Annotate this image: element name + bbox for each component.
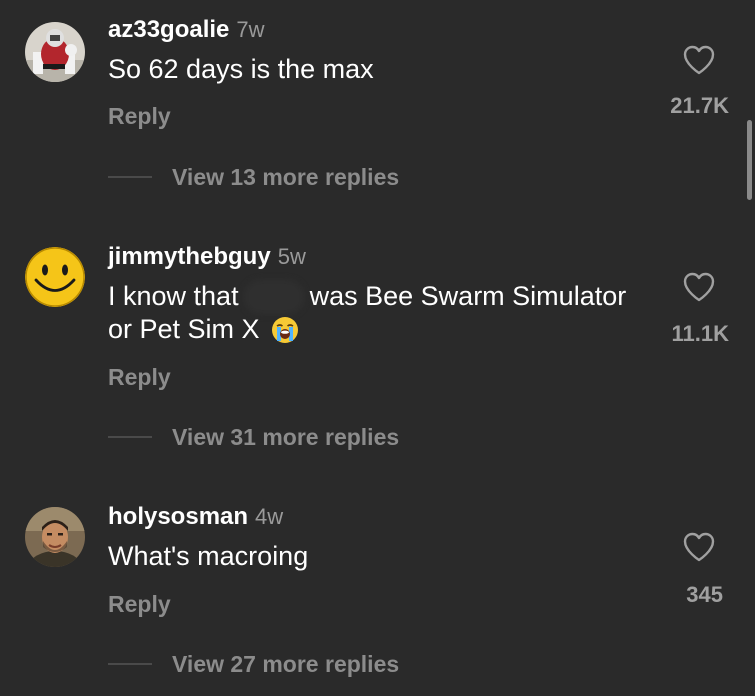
timestamp: 5w [277,244,306,269]
divider [108,663,152,665]
heart-icon[interactable] [682,44,716,76]
avatar[interactable] [25,247,85,307]
redacted-word [248,284,301,310]
timestamp: 4w [255,504,284,529]
comment-text: I know that was Bee Swarm Simulator or P… [108,280,628,346]
like-count: 21.7K [670,93,729,118]
scrollbar[interactable] [747,120,752,200]
reply-button[interactable]: Reply [108,591,171,618]
reply-button[interactable]: Reply [108,103,171,130]
view-more-replies[interactable]: View 27 more replies [108,649,399,679]
timestamp: 7w [236,17,265,42]
avatar[interactable] [25,22,85,82]
reply-button[interactable]: Reply [108,364,171,391]
hockey-goalie-avatar [25,22,85,82]
like-count: 11.1K [671,321,730,346]
comment-text: So 62 days is the max [108,54,374,84]
view-more-replies[interactable]: View 31 more replies [108,422,399,452]
view-more-replies[interactable]: View 13 more replies [108,162,399,192]
avatar[interactable] [25,507,85,567]
comment-header: az33goalie 7w [108,16,265,44]
comment-text-part: I know that [108,281,239,311]
man-photo-avatar [25,507,85,567]
heart-icon[interactable] [682,531,716,563]
heart-icon[interactable] [682,271,716,303]
like-count: 345 [686,582,723,607]
view-more-label: View 13 more replies [172,163,400,190]
comment-text: What's macroing [108,541,309,571]
divider [108,176,152,178]
username[interactable]: az33goalie [108,16,229,43]
username[interactable]: jimmythebguy [108,243,271,270]
comment-header: jimmythebguy 5w [108,243,306,271]
username[interactable]: holysosman [108,503,248,530]
loudly-crying-face-emoji [271,316,299,344]
view-more-label: View 27 more replies [172,650,400,677]
divider [108,436,152,438]
smiley-face-avatar [25,247,85,307]
view-more-label: View 31 more replies [172,423,400,450]
comment-header: holysosman 4w [108,503,283,531]
